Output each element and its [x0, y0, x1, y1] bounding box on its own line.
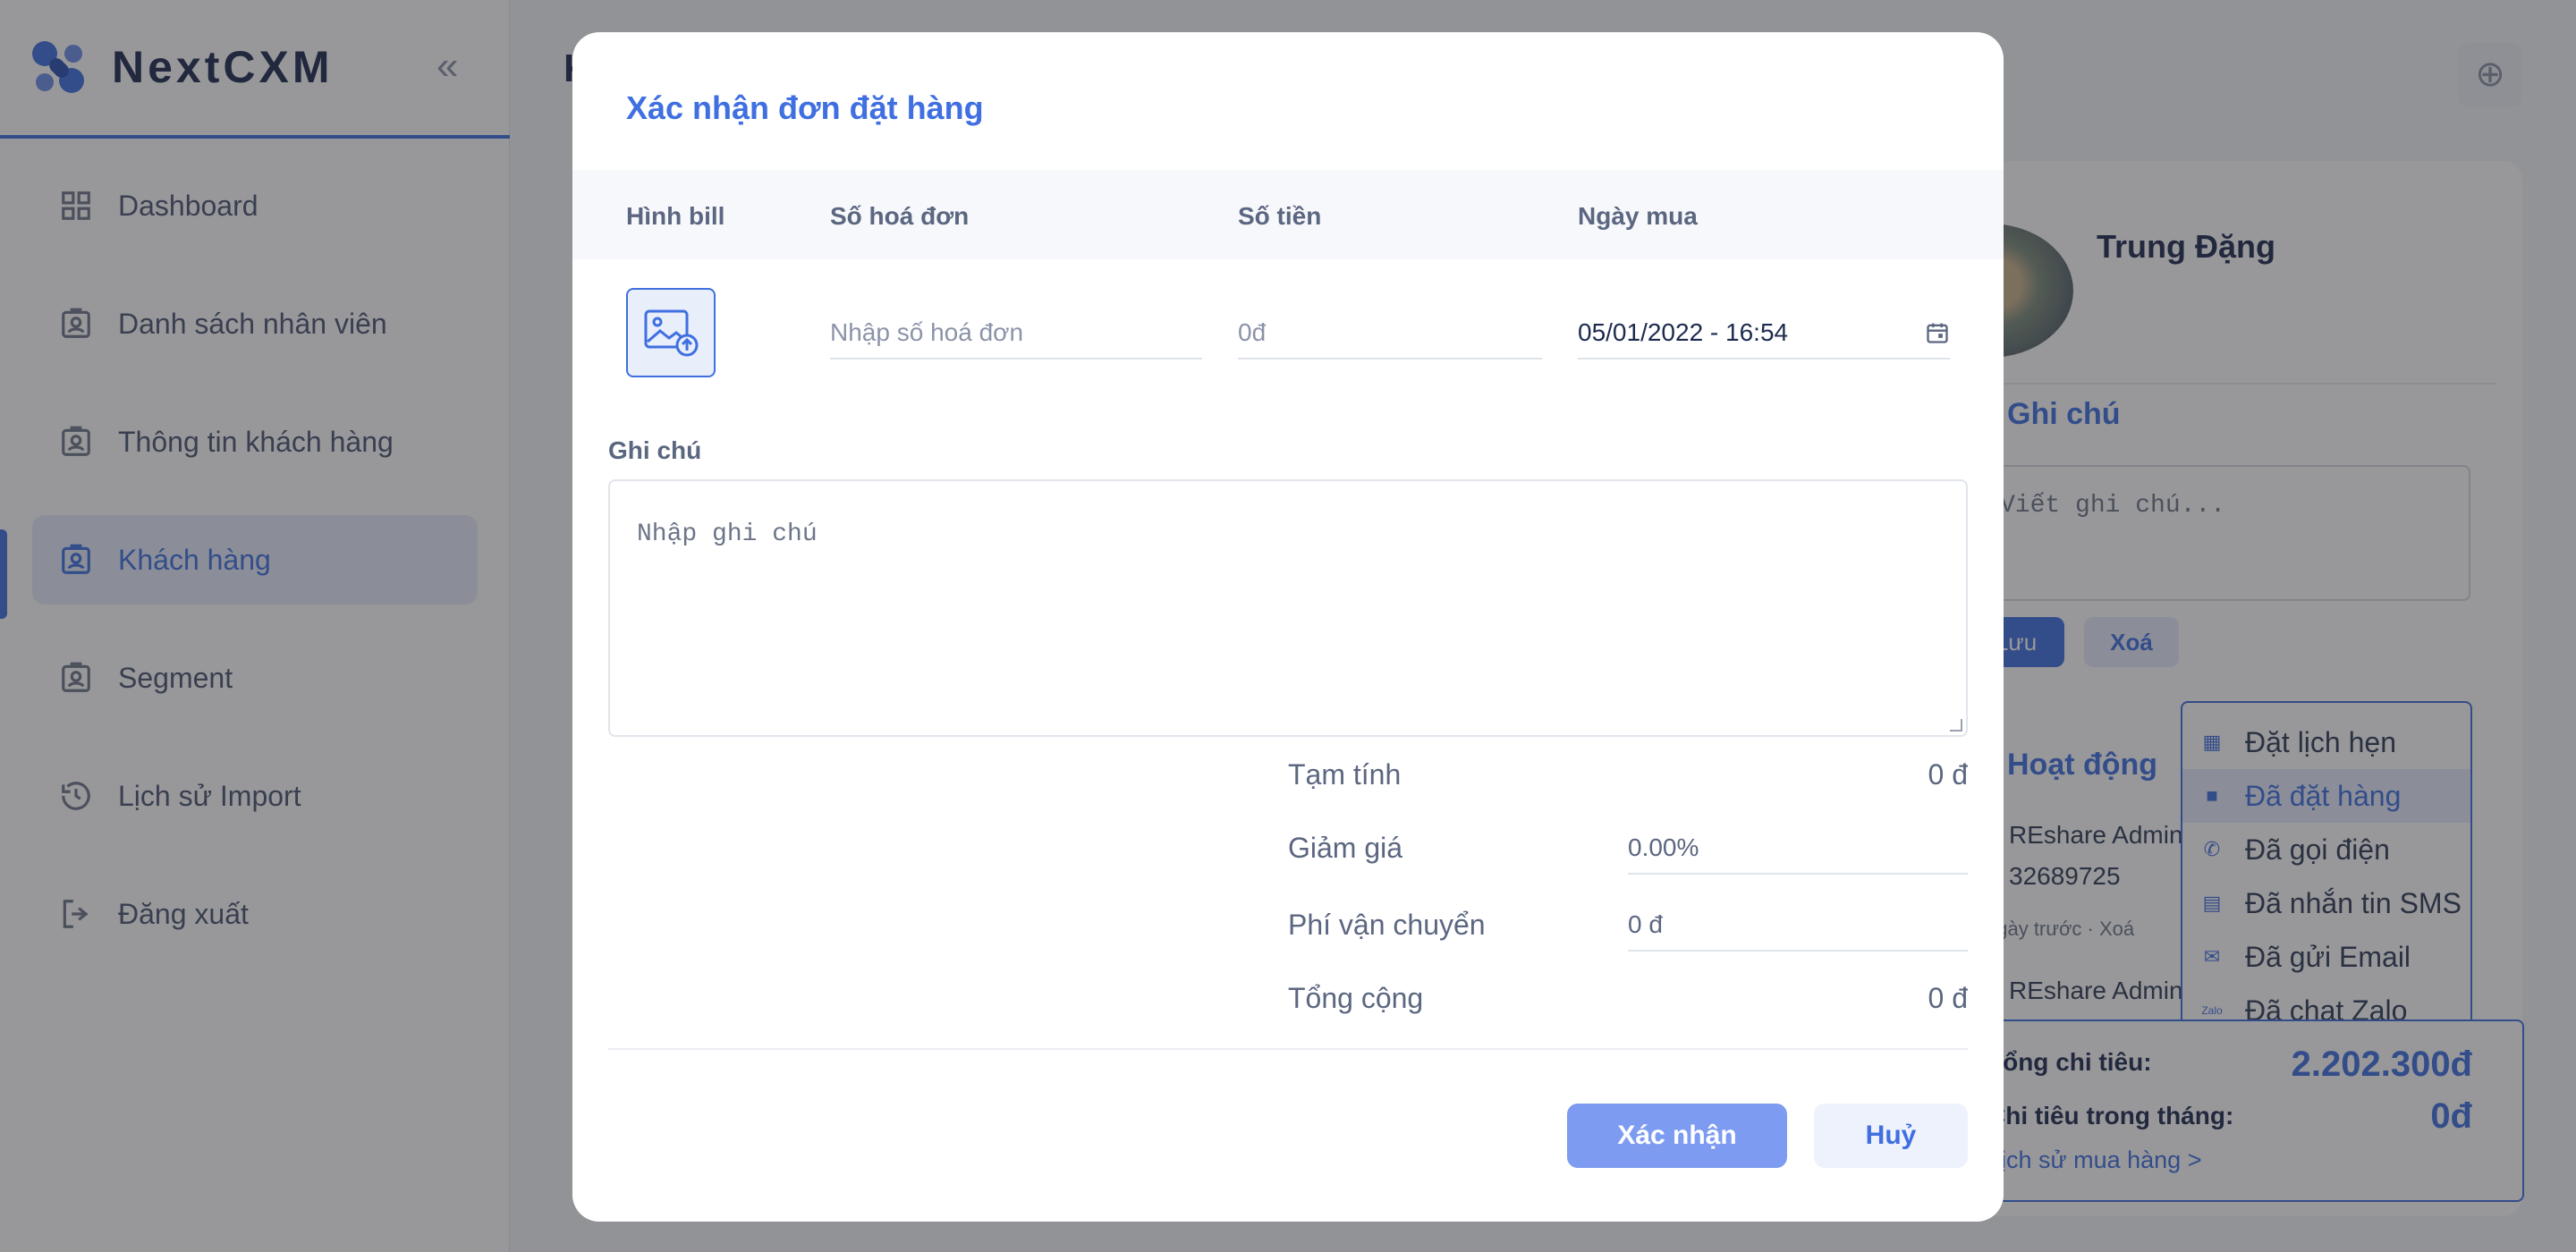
- total-label: Tổng cộng: [1288, 982, 1424, 1014]
- column-header-invoice-number: Số hoá đơn: [830, 202, 970, 230]
- shipping-fee-label: Phí vận chuyển: [1288, 909, 1486, 941]
- purchase-date-input[interactable]: 05/01/2022 - 16:54: [1578, 313, 1950, 360]
- confirm-button[interactable]: Xác nhận: [1567, 1104, 1787, 1168]
- discount-input[interactable]: 0.00%: [1628, 828, 1968, 875]
- upload-bill-image-button[interactable]: [626, 288, 716, 377]
- discount-label: Giảm giá: [1288, 832, 1403, 864]
- note-label: Ghi chú: [608, 436, 702, 464]
- dialog-footer-divider: [608, 1048, 1968, 1050]
- subtotal-value: 0 đ: [1928, 758, 1968, 791]
- calendar-icon[interactable]: [1925, 320, 1950, 345]
- invoice-number-input[interactable]: Nhập số hoá đơn: [830, 313, 1202, 360]
- order-table-header: Hình bill Số hoá đơn Số tiền Ngày mua: [572, 170, 2004, 259]
- amount-input[interactable]: 0đ: [1238, 313, 1542, 360]
- column-header-bill-image: Hình bill: [626, 202, 725, 230]
- subtotal-label: Tạm tính: [1288, 758, 1402, 791]
- total-value: 0 đ: [1928, 982, 1968, 1014]
- purchase-date-value: 05/01/2022 - 16:54: [1578, 318, 1789, 346]
- column-header-amount: Số tiền: [1238, 202, 1322, 230]
- dialog-title: Xác nhận đơn đặt hàng: [626, 89, 984, 126]
- note-placeholder: Nhập ghi chú: [637, 520, 818, 548]
- cancel-button[interactable]: Huỷ: [1814, 1104, 1968, 1168]
- shipping-fee-input[interactable]: 0 đ: [1628, 905, 1968, 952]
- order-confirm-dialog: Xác nhận đơn đặt hàng Hình bill Số hoá đ…: [572, 32, 2004, 1222]
- column-header-purchase-date: Ngày mua: [1578, 202, 1698, 230]
- note-textarea[interactable]: Nhập ghi chú: [608, 479, 1968, 737]
- resize-grip-icon[interactable]: [1950, 719, 1962, 732]
- image-upload-icon: [644, 309, 699, 357]
